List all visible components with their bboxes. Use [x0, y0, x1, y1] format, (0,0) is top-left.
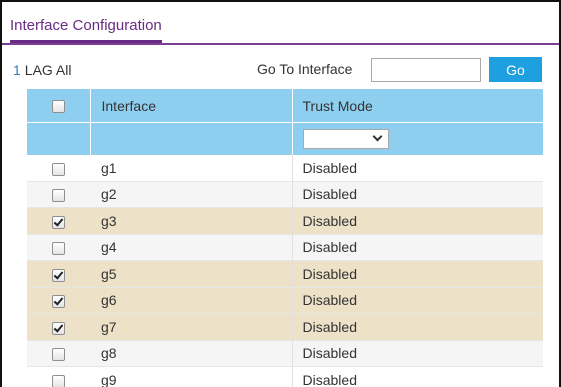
page-title: Interface Configuration [10, 17, 162, 43]
table-row[interactable]: g1 Disabled [27, 155, 543, 182]
row-checkbox[interactable] [52, 374, 65, 387]
table-row[interactable]: g3 Disabled [27, 207, 543, 235]
interface-cell: g5 [90, 260, 293, 288]
toolbar: 1 LAG All Go To Interface Go [2, 56, 559, 84]
go-to-interface-input[interactable] [371, 58, 481, 82]
filter-cell-checkbox [27, 122, 91, 155]
table-row[interactable]: g6 Disabled [27, 287, 543, 314]
row-select-cell [27, 234, 90, 261]
lag-all-link[interactable]: 1 LAG All [13, 62, 72, 78]
table-filter-row [27, 122, 543, 155]
interface-configuration-panel: Interface Configuration 1 LAG All Go To I… [0, 0, 561, 387]
select-all-checkbox[interactable] [51, 100, 65, 114]
row-select-cell [27, 287, 90, 314]
interface-cell: g9 [90, 366, 293, 387]
trust-mode-cell: Disabled [292, 313, 543, 341]
row-checkbox[interactable] [52, 242, 65, 256]
interface-cell: g1 [90, 155, 293, 182]
title-bar: Interface Configuration [2, 2, 559, 45]
chevron-down-icon [372, 131, 382, 142]
table-header-row: Interface Trust Mode [27, 89, 543, 123]
filter-cell-trust-mode [292, 122, 543, 155]
row-select-cell [27, 366, 90, 387]
filter-cell-interface [90, 122, 293, 155]
row-checkbox[interactable] [52, 189, 65, 203]
row-select-cell [27, 207, 90, 235]
interface-cell: g4 [90, 234, 293, 261]
trust-mode-cell: Disabled [292, 260, 543, 288]
row-select-cell [27, 181, 90, 208]
trust-mode-cell: Disabled [292, 234, 543, 261]
row-select-cell [27, 260, 90, 288]
trust-mode-cell: Disabled [292, 181, 543, 208]
row-checkbox[interactable] [52, 295, 65, 309]
table-row[interactable]: g9 Disabled [27, 366, 543, 387]
row-checkbox[interactable] [52, 348, 65, 362]
table-row[interactable]: g4 Disabled [27, 234, 543, 261]
row-checkbox[interactable] [52, 321, 65, 335]
interface-cell: g7 [90, 313, 293, 341]
row-select-cell [27, 155, 90, 182]
table-body: g1 Disabled g2 Disabled g3 Disabled g4 D… [27, 155, 543, 387]
select-all-cell [27, 89, 91, 123]
trust-mode-cell: Disabled [292, 340, 543, 367]
row-select-cell [27, 340, 90, 367]
trust-mode-filter-select[interactable] [302, 129, 389, 149]
row-checkbox[interactable] [52, 268, 65, 282]
table-row[interactable]: g5 Disabled [27, 260, 543, 288]
interface-cell: g6 [90, 287, 293, 314]
table-row[interactable]: g7 Disabled [27, 313, 543, 341]
interface-table: Interface Trust Mode g1 Disabled g2 Disa… [27, 89, 543, 387]
trust-mode-cell: Disabled [292, 207, 543, 235]
row-checkbox[interactable] [52, 215, 65, 229]
interface-cell: g2 [90, 181, 293, 208]
trust-mode-cell: Disabled [292, 155, 543, 182]
lag-count[interactable]: 1 [13, 62, 21, 78]
interface-cell: g3 [90, 207, 293, 235]
interface-column-header[interactable]: Interface [90, 89, 293, 123]
go-button[interactable]: Go [489, 57, 542, 82]
trust-mode-cell: Disabled [292, 287, 543, 314]
row-checkbox[interactable] [52, 162, 65, 176]
trust-mode-cell: Disabled [292, 366, 543, 387]
row-select-cell [27, 313, 90, 341]
interface-cell: g8 [90, 340, 293, 367]
lag-all-label[interactable]: LAG All [25, 62, 72, 78]
table-row[interactable]: g8 Disabled [27, 340, 543, 367]
trust-mode-column-header[interactable]: Trust Mode [292, 89, 543, 123]
table-row[interactable]: g2 Disabled [27, 181, 543, 208]
go-to-interface-label: Go To Interface [257, 61, 353, 77]
